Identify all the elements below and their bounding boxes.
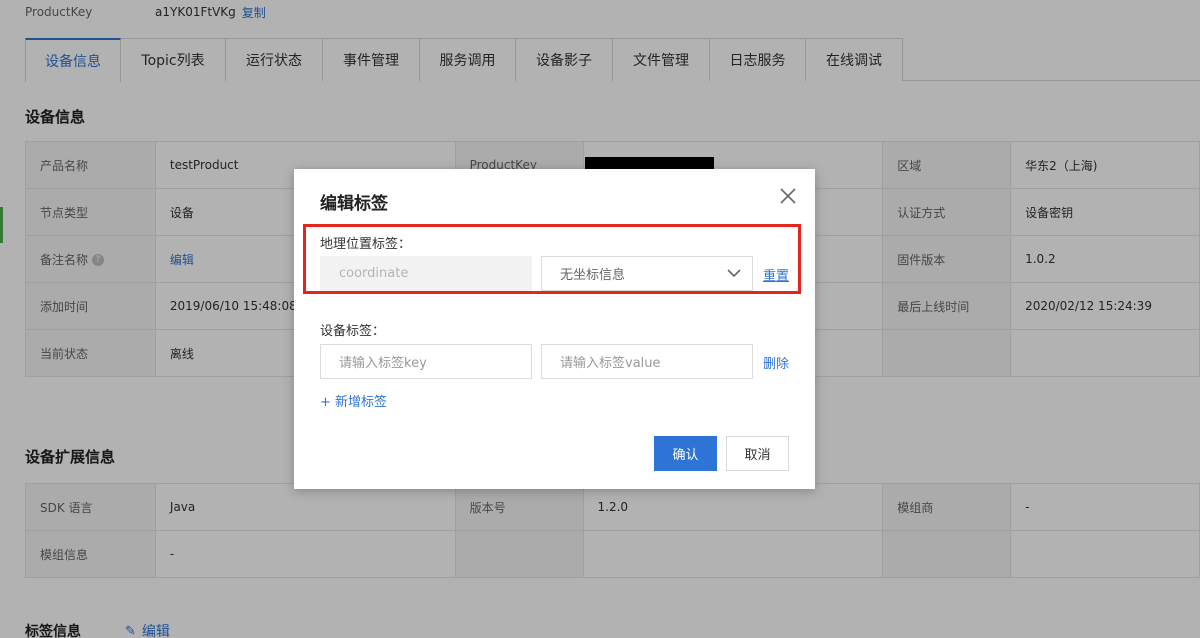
tag-value-input[interactable]: 请输入标签value: [541, 344, 753, 379]
edit-tags-dialog: 编辑标签 地理位置标签： coordinate 无坐标信息 重置 设备标签： 请…: [294, 169, 815, 489]
cancel-button[interactable]: 取消: [726, 436, 789, 471]
delete-tag-link[interactable]: 删除: [763, 353, 789, 372]
confirm-button[interactable]: 确认: [654, 436, 717, 471]
coordinate-input[interactable]: coordinate: [320, 256, 532, 291]
geo-tag-label: 地理位置标签：: [320, 237, 412, 252]
close-icon[interactable]: [777, 185, 799, 207]
chevron-down-icon: [727, 269, 741, 278]
dialog-title: 编辑标签: [320, 194, 388, 214]
coordinate-select[interactable]: 无坐标信息: [541, 256, 753, 291]
reset-link[interactable]: 重置: [763, 265, 789, 284]
add-tag-link[interactable]: + 新增标签: [320, 391, 387, 410]
tag-key-input[interactable]: 请输入标签key: [320, 344, 532, 379]
coordinate-select-value: 无坐标信息: [560, 268, 626, 283]
device-tag-label: 设备标签：: [320, 324, 386, 339]
